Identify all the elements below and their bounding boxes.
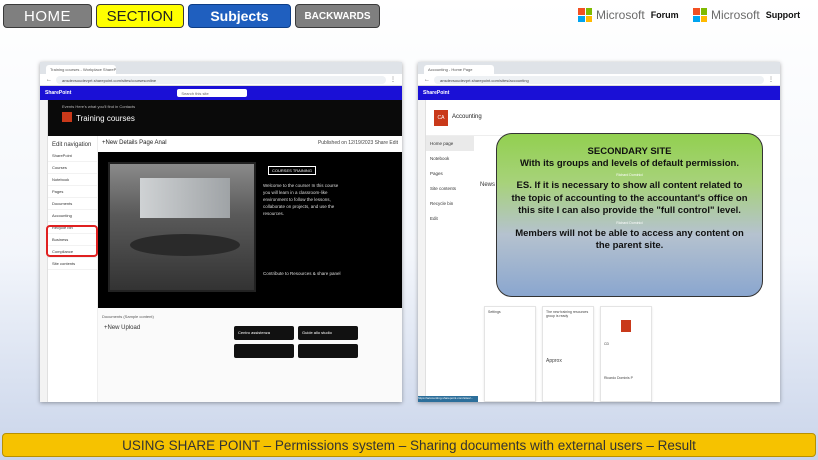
quick-link-tile[interactable]	[298, 344, 358, 358]
page-title: +New Details Page Anal	[102, 140, 167, 146]
quick-link-tile[interactable]	[234, 344, 294, 358]
site-logo-icon: CA	[434, 110, 448, 126]
app-rail	[418, 100, 426, 402]
activity-card[interactable]: The new training resources group is read…	[542, 306, 594, 402]
news-heading: News	[480, 182, 496, 188]
hero-banner: COURSES TRAINING Welcome to the course! …	[98, 152, 402, 308]
home-button[interactable]: HOME	[3, 4, 92, 28]
app-name[interactable]: SharePoint	[423, 90, 449, 96]
nav-item[interactable]: Notebook	[48, 174, 97, 186]
url-field[interactable]: ansdevsoudevprt.sharepoint.com/sites/acc…	[434, 75, 764, 84]
forum-label: Forum	[650, 10, 679, 20]
nav-item[interactable]: Site contents	[48, 258, 97, 270]
sharepoint-suite-bar: SharePoint	[418, 86, 780, 100]
document-icon	[621, 320, 631, 332]
page-content: +New Details Page Anal Published on 12/1…	[98, 136, 402, 402]
card-label: The new training resources group is read…	[546, 310, 589, 318]
callout-body: ES. If it is necessary to show all conte…	[511, 180, 748, 216]
activity-card[interactable]: Settings	[484, 306, 536, 402]
status-url: https://accounting.sharepoint.com/sites/…	[418, 396, 478, 402]
nav-item[interactable]: Notebook	[426, 151, 474, 166]
browser-tab-strip: Accounting - Home Page	[418, 62, 780, 74]
site-top-links: Events Here's what you'll find in Contac…	[62, 104, 136, 109]
microsoft-logo-icon	[693, 8, 707, 22]
card-label: CD	[604, 342, 610, 346]
microsoft-brand: Microsoft	[711, 8, 760, 22]
documents-section: Documents (Sample content) +New Upload C…	[98, 308, 402, 402]
nav-item[interactable]: Pages	[426, 166, 474, 181]
browser-tab[interactable]: Accounting - Home Page	[424, 65, 494, 74]
nav-item[interactable]: Pages	[48, 186, 97, 198]
menu-icon[interactable]: ⋮	[768, 76, 774, 83]
microsoft-logo-icon	[578, 8, 592, 22]
back-icon[interactable]: ←	[46, 77, 52, 83]
nav-item[interactable]: Edit	[426, 211, 474, 226]
documents-title: Documents (Sample content)	[102, 314, 154, 319]
window	[140, 178, 230, 218]
site-navigation: Edit navigation SharePoint Courses Noteb…	[48, 136, 98, 402]
nav-item[interactable]: Home page	[426, 136, 474, 151]
browser-tab-strip: Training courses - Workplace SharePoint	[40, 62, 402, 74]
highlight-box	[46, 225, 98, 257]
training-site-screenshot: Training courses - Workplace SharePoint …	[40, 62, 402, 402]
address-bar: ← ansdevsoudevprt.sharepoint.com/sites/a…	[418, 74, 780, 86]
sharepoint-suite-bar: SharePoint Search this site	[40, 86, 402, 100]
section-button[interactable]: SECTION	[96, 4, 184, 28]
support-label: Support	[765, 10, 801, 20]
site-title[interactable]: Accounting	[452, 114, 482, 120]
quick-links: Centro assistenza Guide allo studio	[234, 326, 358, 358]
callout-author: Richard Dominici	[616, 220, 643, 225]
nav-item[interactable]: Site contents	[426, 181, 474, 196]
nav-item[interactable]: Accounting	[48, 210, 97, 222]
published-info[interactable]: Published on 12/19/2023 Share Edit	[318, 140, 398, 146]
callout-footer: Members will not be able to access any c…	[515, 227, 744, 252]
edit-navigation-link[interactable]: Edit navigation	[48, 136, 97, 150]
microsoft-support-link[interactable]: Microsoft Support	[693, 8, 800, 22]
card-label: Settings	[488, 310, 501, 314]
quick-link-tile[interactable]: Guide allo studio	[298, 326, 358, 340]
nav-item[interactable]: Documents	[48, 198, 97, 210]
subjects-button[interactable]: Subjects	[188, 4, 291, 28]
site-logo-icon	[62, 112, 72, 122]
nav-item[interactable]: SharePoint	[48, 150, 97, 162]
activity-cards: Settings The new training resources grou…	[484, 306, 652, 402]
microsoft-forum-link[interactable]: Microsoft Forum	[578, 8, 679, 22]
card-approx: Approx	[546, 358, 562, 364]
callout-author: Richard Dominici	[616, 173, 643, 177]
address-bar: ← ansdevsoudevprt.sharepoint.com/sites/c…	[40, 74, 402, 86]
backwards-button[interactable]: BACKWARDS	[295, 4, 380, 28]
nav-item[interactable]: Recycle bin	[426, 196, 474, 211]
secondary-site-callout: SECONDARY SITE With its groups and level…	[496, 133, 763, 297]
search-input[interactable]: Search this site	[177, 89, 248, 97]
activity-card[interactable]: CD Ricardo Dominis P	[600, 306, 652, 402]
back-icon[interactable]: ←	[424, 77, 430, 83]
app-name[interactable]: SharePoint	[45, 90, 71, 96]
banner-link[interactable]: Contribute to Resources & share panel	[263, 270, 343, 277]
meeting-room-photo	[108, 162, 256, 292]
banner-tag: COURSES TRAINING	[268, 166, 316, 175]
card-footer: Ricardo Dominis P	[604, 376, 633, 380]
site-header: Events Here's what you'll find in Contac…	[48, 100, 402, 136]
nav-item[interactable]: Courses	[48, 162, 97, 174]
site-title[interactable]: Training courses	[76, 114, 135, 123]
table	[130, 234, 240, 256]
site-navigation: Home page Notebook Pages Site contents R…	[426, 136, 474, 402]
banner-welcome-text: Welcome to the course! In this course yo…	[263, 183, 339, 216]
menu-icon[interactable]: ⋮	[390, 76, 396, 83]
quick-link-tile[interactable]: Centro assistenza	[234, 326, 294, 340]
browser-tab[interactable]: Training courses - Workplace SharePoint	[46, 65, 116, 74]
url-field[interactable]: ansdevsoudevprt.sharepoint.com/sites/cou…	[56, 75, 386, 84]
callout-title: SECONDARY SITE	[587, 146, 672, 157]
microsoft-brand: Microsoft	[596, 8, 645, 22]
callout-subtitle: With its groups and levels of default pe…	[520, 158, 739, 169]
slide-footer-banner: USING SHARE POINT – Permissions system –…	[2, 433, 816, 457]
site-header: CA Accounting	[426, 100, 780, 136]
